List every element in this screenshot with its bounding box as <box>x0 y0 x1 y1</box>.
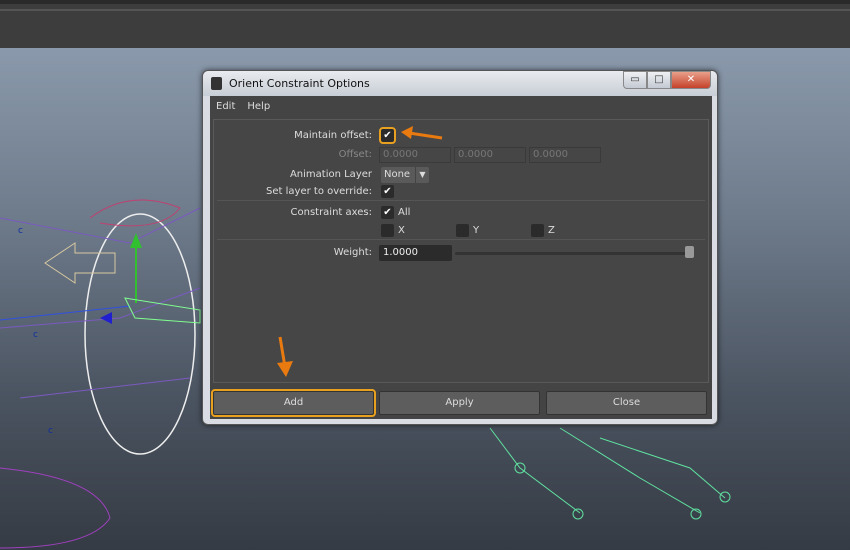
svg-text:c: c <box>33 330 38 340</box>
dialog-body: Edit Help Maintain offset: ✔ Offset: 0.0… <box>210 96 712 419</box>
weight-slider-thumb[interactable] <box>685 246 694 258</box>
offset-z-field[interactable]: 0.0000 <box>529 147 601 163</box>
maintain-offset-label: Maintain offset: <box>294 130 372 141</box>
z-axis-handle <box>100 312 112 324</box>
axis-all-checkbox[interactable]: ✔ <box>381 206 394 219</box>
chevron-down-icon: ▼ <box>415 167 429 183</box>
set-layer-override-label: Set layer to override: <box>266 186 372 197</box>
annotation-arrow-icon <box>401 126 443 140</box>
close-window-button[interactable]: ✕ <box>671 71 711 89</box>
options-panel: Maintain offset: ✔ Offset: 0.0000 0.0000… <box>213 119 709 383</box>
menu-help[interactable]: Help <box>247 101 270 112</box>
axis-z-label: Z <box>548 225 555 236</box>
axis-z-checkbox[interactable] <box>531 224 544 237</box>
axis-y-label: Y <box>473 225 480 236</box>
divider <box>217 239 705 240</box>
orient-constraint-options-dialog: Orient Constraint Options ▭ □ ✕ Edit Hel… <box>202 70 718 425</box>
curve-control <box>89 199 181 227</box>
constraint-axes-label: Constraint axes: <box>290 207 373 218</box>
animation-layer-label: Animation Layer <box>289 169 372 180</box>
finger-joints <box>489 427 726 514</box>
weight-slider[interactable] <box>455 252 693 255</box>
add-button[interactable]: Add <box>211 389 376 417</box>
axis-x-label: X <box>398 225 405 236</box>
weight-field[interactable]: 1.0000 <box>379 245 452 261</box>
menu-edit[interactable]: Edit <box>216 101 235 112</box>
divider <box>217 200 705 201</box>
axis-all-label: All <box>398 207 411 218</box>
svg-text:c: c <box>48 426 53 436</box>
cluster-label: c <box>18 226 23 236</box>
offset-x-field[interactable]: 0.0000 <box>379 147 451 163</box>
offset-y-field[interactable]: 0.0000 <box>454 147 526 163</box>
apply-button[interactable]: Apply <box>379 391 540 415</box>
rotate-manipulator-ring <box>84 213 196 455</box>
title-bar[interactable]: Orient Constraint Options ▭ □ ✕ <box>203 71 717 96</box>
menu-bar: Edit Help <box>216 101 270 112</box>
dialog-title: Orient Constraint Options <box>229 77 370 90</box>
animation-layer-dropdown[interactable]: None ▼ <box>381 167 429 183</box>
maximize-button[interactable]: □ <box>647 71 671 89</box>
weight-label: Weight: <box>333 247 372 258</box>
maya-app-icon <box>211 77 222 90</box>
animation-layer-value: None <box>384 169 411 180</box>
annotation-arrow-icon <box>277 336 293 377</box>
set-layer-override-checkbox[interactable]: ✔ <box>381 185 394 198</box>
offset-label: Offset: <box>338 149 372 160</box>
arrow-control <box>44 242 116 284</box>
minimize-button[interactable]: ▭ <box>623 71 647 89</box>
axis-y-checkbox[interactable] <box>456 224 469 237</box>
wireframe-lines <box>0 207 201 399</box>
close-button[interactable]: Close <box>546 391 707 415</box>
axis-x-checkbox[interactable] <box>381 224 394 237</box>
maya-top-toolbar <box>0 0 850 48</box>
maintain-offset-checkbox[interactable]: ✔ <box>379 127 396 144</box>
